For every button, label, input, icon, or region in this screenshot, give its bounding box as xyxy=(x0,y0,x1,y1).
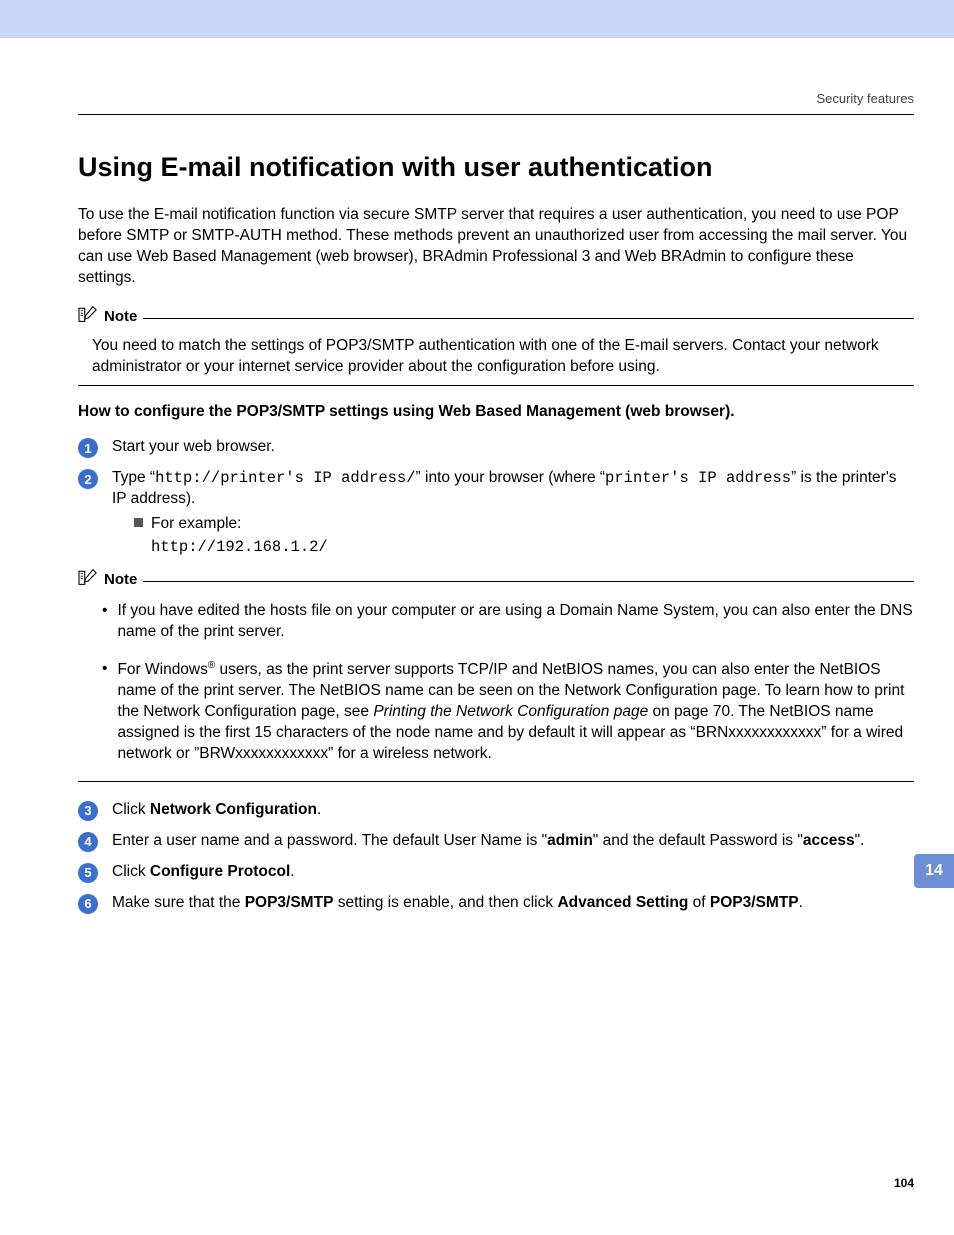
s2-example-url: http://192.168.1.2/ xyxy=(151,537,328,558)
note-icon xyxy=(78,305,98,330)
note2-bullets: • If you have edited the hosts file on y… xyxy=(102,601,914,765)
note2-b2-text: For Windows® users, as the print server … xyxy=(117,659,914,765)
s5-bold: Configure Protocol xyxy=(150,863,290,880)
note2-b1-text: If you have edited the hosts file on you… xyxy=(117,601,914,643)
header-rule xyxy=(78,114,914,115)
s3-pre: Click xyxy=(112,801,150,818)
step-5: 5 Click Configure Protocol. xyxy=(78,862,914,883)
s6-b2: Advanced Setting xyxy=(557,894,688,911)
note2-bullet-2: • For Windows® users, as the print serve… xyxy=(102,659,914,765)
s6-mid2: of xyxy=(688,894,710,911)
s6-post: . xyxy=(799,894,803,911)
note-label: Note xyxy=(104,570,137,590)
step-number-3: 3 xyxy=(78,801,98,821)
s6-b1: POP3/SMTP xyxy=(245,894,334,911)
intro-paragraph: To use the E-mail notification function … xyxy=(78,205,914,289)
b2-link[interactable]: Printing the Network Configuration page xyxy=(373,703,648,720)
page-title: Using E-mail notification with user auth… xyxy=(78,149,914,185)
s2-url1: http://printer's IP address/ xyxy=(155,469,415,487)
page-number: 104 xyxy=(894,1175,914,1191)
step-4: 4 Enter a user name and a password. The … xyxy=(78,831,914,852)
step-number-6: 6 xyxy=(78,894,98,914)
step-1-text: Start your web browser. xyxy=(112,437,914,458)
note-block-1: Note You need to match the settings of P… xyxy=(78,305,914,387)
note-end-rule xyxy=(78,781,914,782)
s2-mid: ” into your browser (where “ xyxy=(416,469,606,486)
s3-bold: Network Configuration xyxy=(150,801,317,818)
step-2-text: Type “http://printer's IP address/” into… xyxy=(112,468,914,558)
step-6-text: Make sure that the POP3/SMTP setting is … xyxy=(112,893,914,914)
note-rule xyxy=(143,318,914,319)
note-block-2: Note • If you have edited the hosts file… xyxy=(78,568,914,782)
s6-mid1: setting is enable, and then click xyxy=(333,894,557,911)
s2-example-label: For example: xyxy=(151,515,241,532)
s5-post: . xyxy=(290,863,294,880)
s2-url2: printer's IP address xyxy=(605,469,791,487)
note-end-rule xyxy=(78,385,914,386)
bullet-dot-icon: • xyxy=(102,659,107,765)
step-number-5: 5 xyxy=(78,863,98,883)
step-number-4: 4 xyxy=(78,832,98,852)
step-2: 2 Type “http://printer's IP address/” in… xyxy=(78,468,914,558)
b2-pre: For Windows xyxy=(117,661,207,678)
step-4-text: Enter a user name and a password. The de… xyxy=(112,831,914,852)
square-bullet-icon xyxy=(134,518,143,527)
bullet-dot-icon: • xyxy=(102,601,107,643)
s2-example: For example: http://192.168.1.2/ xyxy=(134,514,914,558)
s4-pre: Enter a user name and a password. The de… xyxy=(112,832,547,849)
page-content: Security features Using E-mail notificat… xyxy=(0,90,954,914)
s6-b3: POP3/SMTP xyxy=(710,894,799,911)
step-3-text: Click Network Configuration. xyxy=(112,800,914,821)
step-5-text: Click Configure Protocol. xyxy=(112,862,914,883)
step-number-1: 1 xyxy=(78,438,98,458)
s6-pre: Make sure that the xyxy=(112,894,245,911)
chapter-tab[interactable]: 14 xyxy=(914,854,954,888)
s4-b2: access xyxy=(803,832,855,849)
step-1: 1 Start your web browser. xyxy=(78,437,914,458)
note2-bullet-1: • If you have edited the hosts file on y… xyxy=(102,601,914,643)
note-text: You need to match the settings of POP3/S… xyxy=(92,336,914,378)
step-6: 6 Make sure that the POP3/SMTP setting i… xyxy=(78,893,914,914)
s2-pre: Type “ xyxy=(112,469,155,486)
note-icon xyxy=(78,568,98,593)
s4-post: ". xyxy=(855,832,865,849)
s4-mid: " and the default Password is " xyxy=(593,832,803,849)
running-header: Security features xyxy=(78,90,914,108)
s4-b1: admin xyxy=(547,832,593,849)
s5-pre: Click xyxy=(112,863,150,880)
page-top-band xyxy=(0,0,954,38)
procedure-heading: How to configure the POP3/SMTP settings … xyxy=(78,402,914,423)
step-number-2: 2 xyxy=(78,469,98,489)
s3-post: . xyxy=(317,801,321,818)
step-3: 3 Click Network Configuration. xyxy=(78,800,914,821)
note-rule xyxy=(143,581,914,582)
note-label: Note xyxy=(104,307,137,327)
